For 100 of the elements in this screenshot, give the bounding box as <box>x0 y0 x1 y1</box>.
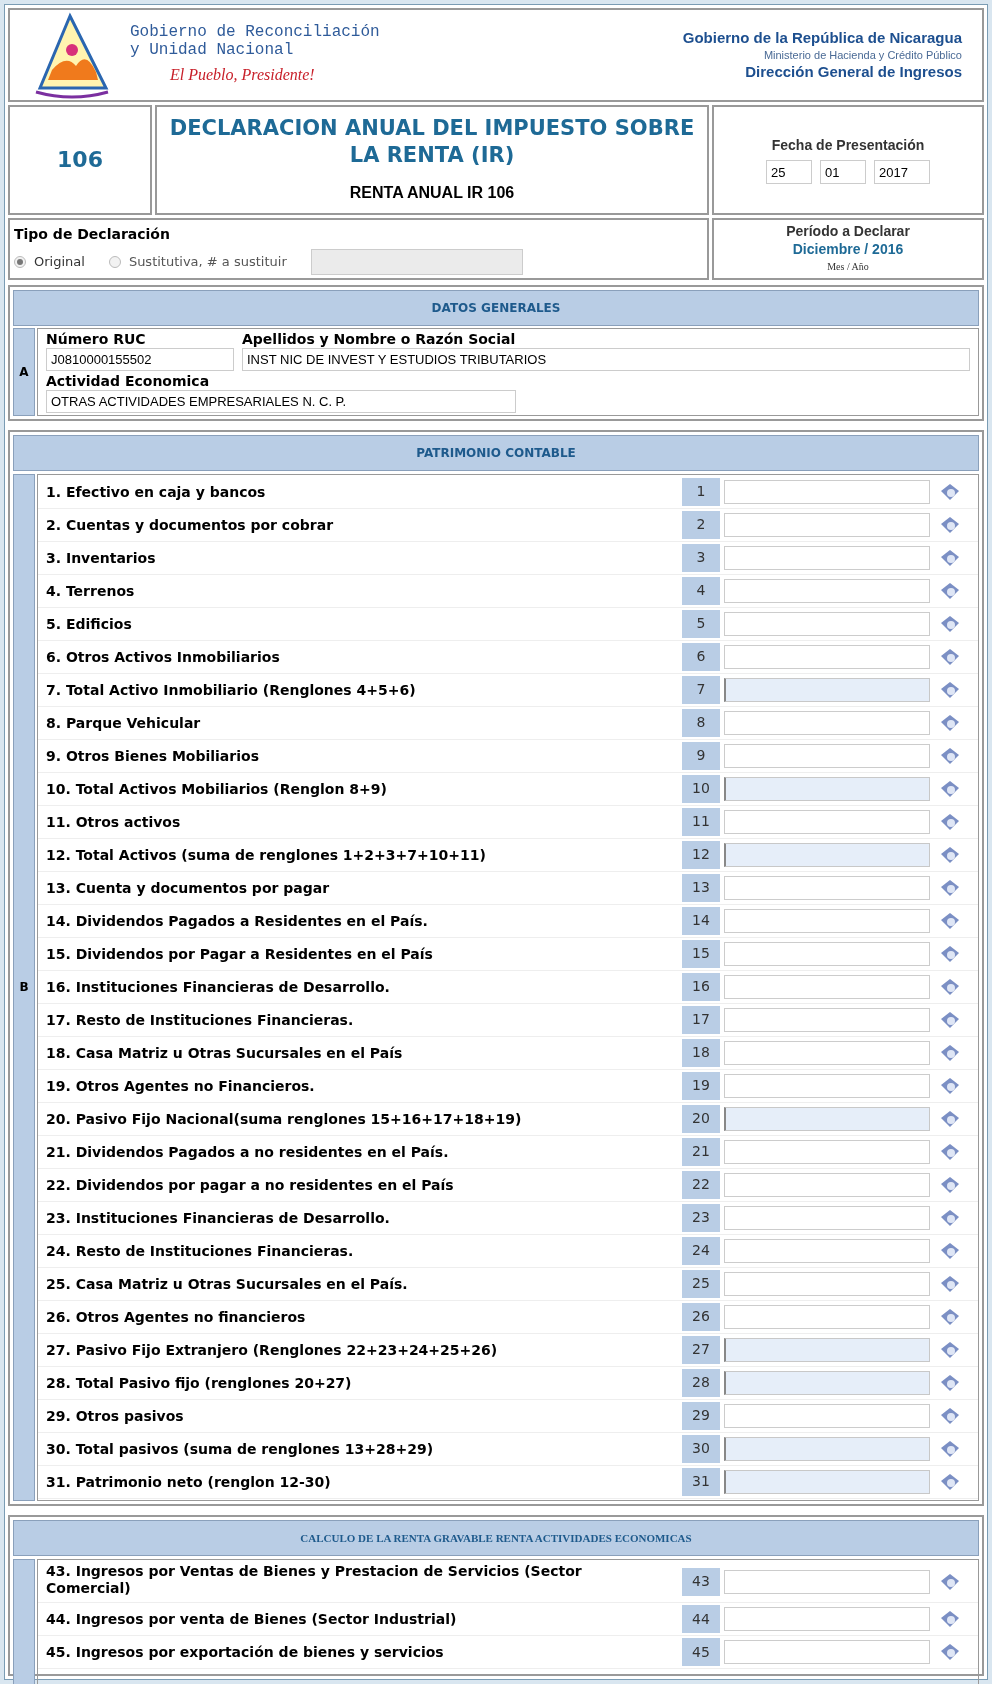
amount-field[interactable] <box>724 710 930 735</box>
text-field[interactable]: OTRAS ACTIVIDADES EMPRESARIALES N. C. P. <box>46 389 516 413</box>
line-number: 26 <box>682 1302 720 1331</box>
amount-field[interactable] <box>724 974 930 999</box>
line-number: 11 <box>682 807 720 836</box>
row-label: 3. Inventarios <box>46 549 156 567</box>
diamond-icon[interactable] <box>940 1109 960 1128</box>
diamond-icon[interactable] <box>940 1406 960 1425</box>
diamond-icon[interactable] <box>940 779 960 798</box>
amount-field[interactable] <box>724 512 930 537</box>
diamond-icon[interactable] <box>940 1472 960 1491</box>
line-number: 21 <box>682 1137 720 1166</box>
diamond-icon[interactable] <box>940 1175 960 1194</box>
diamond-icon[interactable] <box>940 1043 960 1062</box>
amount-field[interactable] <box>724 809 930 834</box>
amount-field[interactable] <box>724 908 930 933</box>
diamond-icon[interactable] <box>940 1010 960 1029</box>
amount-field[interactable] <box>724 1403 930 1428</box>
amount-field[interactable] <box>724 578 930 603</box>
amount-field[interactable] <box>724 743 930 768</box>
text-field[interactable]: J0810000155502 <box>46 347 234 371</box>
amount-field[interactable] <box>724 1436 930 1461</box>
amount-field[interactable] <box>724 1106 930 1131</box>
ministry-name: Ministerio de Hacienda y Crédito Público <box>763 49 962 61</box>
row-label: 13. Cuenta y documentos por pagar <box>46 879 330 897</box>
diamond-icon[interactable] <box>940 1208 960 1227</box>
diamond-icon[interactable] <box>940 1076 960 1095</box>
diamond-icon[interactable] <box>940 878 960 897</box>
diamond-icon[interactable] <box>940 713 960 732</box>
text-field[interactable]: INST NIC DE INVEST Y ESTUDIOS TRIBUTARIOS <box>242 347 970 371</box>
diamond-icon[interactable] <box>940 812 960 831</box>
diamond-icon[interactable] <box>940 614 960 633</box>
line-number: 30 <box>682 1434 720 1463</box>
amount-field[interactable] <box>724 875 930 900</box>
diamond-icon[interactable] <box>940 515 960 534</box>
amount-field[interactable] <box>724 1007 930 1032</box>
amount-field[interactable] <box>724 1139 930 1164</box>
row-label: 17. Resto de Instituciones Financieras. <box>46 1011 354 1029</box>
diamond-icon[interactable] <box>940 1274 960 1293</box>
substitute-number-field[interactable] <box>310 248 523 275</box>
diamond-icon[interactable] <box>940 680 960 699</box>
amount-field[interactable] <box>724 611 930 636</box>
row-label: 22. Dividendos por pagar a no residentes en el País <box>46 1176 454 1194</box>
amount-field[interactable] <box>724 1304 930 1329</box>
diamond-icon[interactable] <box>940 1340 960 1359</box>
diamond-icon[interactable] <box>940 1439 960 1458</box>
amount-field[interactable] <box>724 1607 930 1631</box>
amount-field[interactable] <box>724 842 930 867</box>
amount-field[interactable] <box>724 1073 930 1098</box>
year-field[interactable]: 2017 <box>874 160 930 185</box>
diamond-icon[interactable] <box>940 548 960 567</box>
diamond-icon[interactable] <box>940 746 960 765</box>
row-label: 15. Dividendos por Pagar a Residentes en el País <box>46 945 433 963</box>
radio-button[interactable] <box>14 255 26 268</box>
diamond-icon[interactable] <box>940 1610 960 1628</box>
amount-field[interactable] <box>724 776 930 801</box>
period-label: Período a Declarar <box>786 223 910 240</box>
day-field[interactable]: 25 <box>766 160 812 185</box>
diamond-icon[interactable] <box>940 911 960 930</box>
line-number: 22 <box>682 1170 720 1199</box>
government-name: y Unidad Nacional <box>130 41 295 59</box>
amount-field[interactable] <box>724 1337 930 1362</box>
diamond-icon[interactable] <box>940 1572 960 1591</box>
diamond-icon[interactable] <box>940 1373 960 1392</box>
amount-field[interactable] <box>724 1370 930 1395</box>
row-label: 1. Efectivo en caja y bancos <box>46 483 266 501</box>
row-label: 2. Cuentas y documentos por cobrar <box>46 516 334 534</box>
diamond-icon[interactable] <box>940 581 960 600</box>
diamond-icon[interactable] <box>940 482 960 501</box>
section-header: DATOS GENERALES <box>13 289 979 326</box>
amount-field[interactable] <box>724 479 930 504</box>
amount-field[interactable] <box>724 1469 930 1494</box>
amount-field[interactable] <box>724 1172 930 1197</box>
row-label: 12. Total Activos (suma de renglones 1+2+3+7+10+11) <box>46 846 486 864</box>
diamond-icon[interactable] <box>940 977 960 996</box>
amount-field[interactable] <box>724 1271 930 1296</box>
amount-field[interactable] <box>724 1040 930 1065</box>
amount-field[interactable] <box>724 644 930 669</box>
amount-field[interactable] <box>724 1205 930 1230</box>
row-label: 26. Otros Agentes no financieros <box>46 1308 306 1326</box>
diamond-icon[interactable] <box>940 944 960 963</box>
line-number: 20 <box>682 1104 720 1133</box>
amount-field[interactable] <box>724 941 930 966</box>
amount-field[interactable] <box>724 1569 930 1594</box>
row-label: 18. Casa Matriz u Otras Sucursales en el País <box>46 1044 403 1062</box>
amount-field[interactable] <box>724 1640 930 1664</box>
amount-field[interactable] <box>724 545 930 570</box>
diamond-icon[interactable] <box>940 1142 960 1161</box>
month-field[interactable]: 01 <box>820 160 866 185</box>
diamond-icon[interactable] <box>940 845 960 864</box>
amount-field[interactable] <box>724 677 930 702</box>
diamond-icon[interactable] <box>940 1241 960 1260</box>
diamond-icon[interactable] <box>940 647 960 666</box>
republic-title: Gobierno de la República de Nicaragua <box>682 27 962 48</box>
diamond-icon[interactable] <box>940 1307 960 1326</box>
row-label: 25. Casa Matriz u Otras Sucursales en el País. <box>46 1275 408 1293</box>
date-label: Fecha de Presentación <box>771 136 925 156</box>
diamond-icon[interactable] <box>940 1643 960 1661</box>
amount-field[interactable] <box>724 1238 930 1263</box>
radio-button[interactable] <box>108 255 121 268</box>
